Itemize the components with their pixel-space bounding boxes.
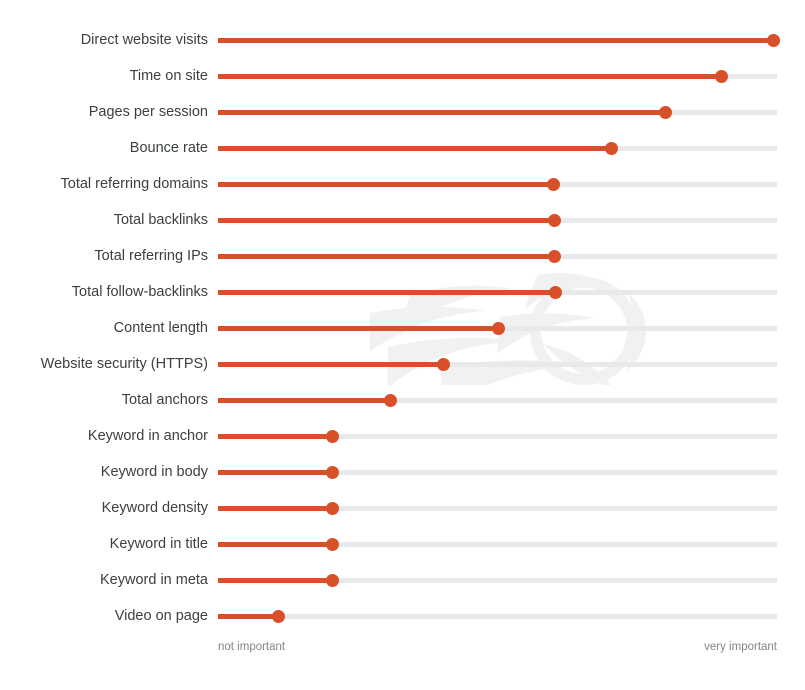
category-label: Total follow-backlinks xyxy=(71,284,208,300)
category-label: Bounce rate xyxy=(129,140,208,156)
row-value-dot xyxy=(604,142,618,155)
category-label: Pages per session xyxy=(88,104,208,120)
row-fill xyxy=(218,614,278,619)
row-value-dot xyxy=(325,502,339,515)
row-value-dot xyxy=(325,466,339,479)
chart-row: Video on page xyxy=(0,603,805,629)
chart-row: Bounce rate xyxy=(0,135,805,161)
category-label: Website security (HTTPS) xyxy=(40,356,208,372)
row-fill xyxy=(218,290,555,295)
chart-row: Keyword in title xyxy=(0,531,805,557)
category-label: Content length xyxy=(113,320,208,336)
row-value-dot xyxy=(548,286,562,299)
row-fill xyxy=(218,254,554,259)
category-label: Keyword in meta xyxy=(100,572,208,588)
chart-row: Time on site xyxy=(0,63,805,89)
row-value-dot xyxy=(271,610,285,623)
row-value-dot xyxy=(325,538,339,551)
chart-row: Total backlinks xyxy=(0,207,805,233)
row-track xyxy=(218,614,777,619)
row-fill xyxy=(218,362,443,367)
row-value-dot xyxy=(658,106,672,119)
chart-row: Keyword in meta xyxy=(0,567,805,593)
row-fill xyxy=(218,470,332,475)
axis-min-caption: not important xyxy=(218,641,286,653)
row-fill xyxy=(218,182,553,187)
row-fill xyxy=(218,218,554,223)
row-fill xyxy=(218,542,332,547)
chart-row: Total referring IPs xyxy=(0,243,805,269)
row-value-dot xyxy=(325,430,339,443)
row-fill xyxy=(218,398,390,403)
chart-row: Pages per session xyxy=(0,99,805,125)
axis-max-caption: very important xyxy=(704,641,777,653)
row-fill xyxy=(218,506,332,511)
category-label: Total referring IPs xyxy=(94,248,208,264)
row-fill xyxy=(218,74,721,79)
category-label: Keyword density xyxy=(101,500,208,516)
category-label: Total anchors xyxy=(121,392,208,408)
row-fill xyxy=(218,38,773,43)
chart-row: Keyword in body xyxy=(0,459,805,485)
category-label: Keyword in title xyxy=(109,536,208,552)
category-label: Direct website visits xyxy=(80,32,208,48)
row-value-dot xyxy=(491,322,505,335)
chart-row: Website security (HTTPS) xyxy=(0,351,805,377)
chart-row: Keyword in anchor xyxy=(0,423,805,449)
row-value-dot xyxy=(325,574,339,587)
chart-row: Keyword density xyxy=(0,495,805,521)
row-value-dot xyxy=(547,214,561,227)
row-fill xyxy=(218,434,332,439)
row-value-dot xyxy=(714,70,728,83)
category-label: Keyword in body xyxy=(100,464,208,480)
row-fill xyxy=(218,578,332,583)
row-value-dot xyxy=(383,394,397,407)
chart-row: Total anchors xyxy=(0,387,805,413)
category-label: Keyword in anchor xyxy=(87,428,208,444)
category-label: Video on page xyxy=(114,608,208,624)
row-value-dot xyxy=(547,250,561,263)
category-label: Total backlinks xyxy=(113,212,208,228)
chart-row: Content length xyxy=(0,315,805,341)
chart-row: Total referring domains xyxy=(0,171,805,197)
row-fill xyxy=(218,326,498,331)
row-value-dot xyxy=(436,358,450,371)
category-label: Time on site xyxy=(129,68,208,84)
lollipop-chart: Direct website visits Time on site Pages… xyxy=(0,0,805,690)
row-fill xyxy=(218,110,665,115)
row-value-dot xyxy=(546,178,560,191)
category-label: Total referring domains xyxy=(60,176,209,192)
chart-row: Direct website visits xyxy=(0,27,805,53)
chart-row: Total follow-backlinks xyxy=(0,279,805,305)
row-value-dot xyxy=(766,34,780,47)
row-fill xyxy=(218,146,611,151)
